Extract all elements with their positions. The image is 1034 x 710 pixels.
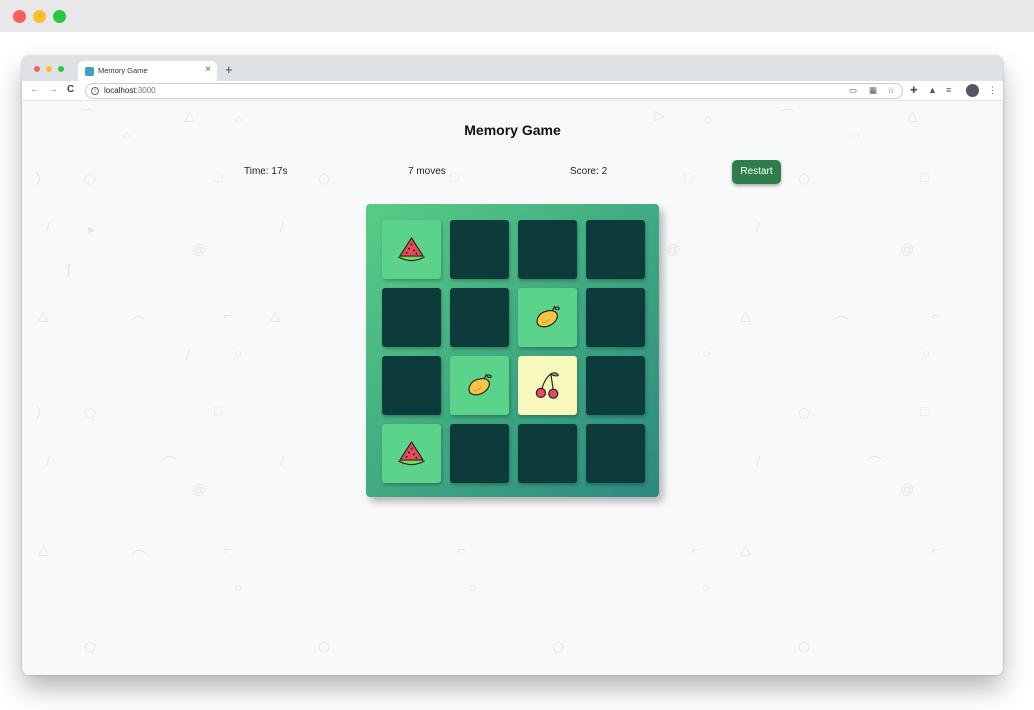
cast-icon[interactable]: ▭: [849, 85, 857, 96]
memory-card[interactable]: [518, 424, 577, 483]
memory-card[interactable]: [586, 288, 645, 347]
memory-card[interactable]: [518, 220, 577, 279]
memory-card[interactable]: [586, 220, 645, 279]
game-page: ⁀ △ ○ ○ ▷ ○ ⁀ △ ○ ) ⬠ □ ⬠ □ □ ⬠ □ / ▸ @ …: [22, 101, 1003, 675]
reading-list-icon[interactable]: ≡: [946, 85, 951, 95]
url-port: :3000: [135, 86, 156, 95]
lab-flask-icon[interactable]: ▲: [928, 85, 937, 95]
new-tab-button[interactable]: +: [225, 62, 233, 77]
qr-code-icon[interactable]: ▦: [869, 85, 877, 96]
browser-toolbar: ← → C i localhost:3000 ▭ ▦ ☆ ✚ ▲ ≡ ⋮: [22, 81, 1003, 101]
score-display: Score: 2: [570, 166, 608, 177]
forward-button[interactable]: →: [48, 84, 58, 95]
memory-card[interactable]: [382, 424, 441, 483]
game-board: [366, 204, 659, 497]
minimize-window-icon[interactable]: [33, 10, 46, 23]
tab-strip: Memory Game × +: [22, 56, 1003, 82]
address-bar[interactable]: i localhost:3000 ▭ ▦ ☆: [85, 83, 903, 99]
memory-card[interactable]: [450, 220, 509, 279]
browser-maximize-icon[interactable]: [58, 66, 64, 72]
memory-card[interactable]: [518, 288, 577, 347]
memory-card[interactable]: [450, 356, 509, 415]
extensions-icon[interactable]: ✚: [910, 85, 918, 96]
url-text[interactable]: localhost:3000: [104, 86, 156, 95]
memory-card[interactable]: [518, 356, 577, 415]
memory-card[interactable]: [382, 356, 441, 415]
menu-dots-icon[interactable]: ⋮: [988, 85, 997, 96]
tab-memory-game[interactable]: Memory Game ×: [78, 61, 217, 82]
browser-close-icon[interactable]: [34, 66, 40, 72]
tab-close-icon[interactable]: ×: [205, 64, 211, 75]
memory-card[interactable]: [382, 220, 441, 279]
url-host: localhost: [104, 86, 136, 95]
memory-card[interactable]: [450, 424, 509, 483]
maximize-window-icon[interactable]: [53, 10, 66, 23]
restart-button[interactable]: Restart: [732, 160, 781, 184]
memory-card[interactable]: [586, 356, 645, 415]
favicon-icon: [85, 67, 94, 76]
profile-avatar[interactable]: [966, 84, 979, 97]
reload-button[interactable]: C: [67, 84, 74, 95]
close-window-icon[interactable]: [13, 10, 26, 23]
memory-card[interactable]: [382, 288, 441, 347]
moves-counter: 7 moves: [408, 166, 446, 177]
browser-minimize-icon[interactable]: [46, 66, 52, 72]
memory-card[interactable]: [450, 288, 509, 347]
timer-display: Time: 17s: [244, 166, 288, 177]
outer-title-bar: [0, 0, 1034, 32]
tab-title: Memory Game: [98, 66, 148, 75]
back-button[interactable]: ←: [30, 84, 40, 95]
bookmark-star-icon[interactable]: ☆: [887, 85, 895, 96]
memory-card[interactable]: [586, 424, 645, 483]
site-info-icon[interactable]: i: [91, 87, 99, 95]
browser-window: Memory Game × + ← → C i localhost:3000 ▭…: [22, 56, 1003, 675]
page-title: Memory Game: [464, 122, 561, 138]
